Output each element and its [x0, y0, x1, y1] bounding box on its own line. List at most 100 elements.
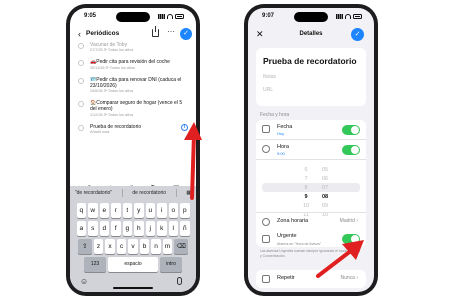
- reminder-subtitle: 1/12/26 ⟳ Todos los años: [90, 112, 134, 117]
- wifi-icon: [345, 14, 351, 19]
- zona-label: Zona horaria: [277, 218, 309, 224]
- key-g[interactable]: g: [122, 221, 132, 236]
- key-j[interactable]: j: [145, 221, 155, 236]
- reminder-subtitle: Añadir nota: [90, 130, 110, 135]
- key-row-3: ⇧ z x c v b n m ⌫: [70, 239, 196, 254]
- key-x[interactable]: x: [105, 239, 115, 254]
- reminder-subtitle: 24/6/26 ⟳ Todos los años: [90, 89, 134, 94]
- reminder-item[interactable]: 🚗Pedir cita para revisión del coche 20/11…: [78, 59, 190, 70]
- hora-toggle[interactable]: [342, 145, 360, 155]
- key-y[interactable]: y: [134, 203, 144, 218]
- reminder-item[interactable]: 🏠Comparar seguro de hogar (vence el 5 de…: [78, 100, 190, 118]
- key-k[interactable]: k: [157, 221, 167, 236]
- url-field[interactable]: URL: [263, 87, 359, 93]
- picker-value: 08: [321, 194, 329, 200]
- more-icon[interactable]: ···: [167, 27, 175, 36]
- return-key[interactable]: intro: [160, 257, 182, 272]
- key-d[interactable]: d: [99, 221, 109, 236]
- notes-field[interactable]: Notas: [263, 74, 359, 80]
- battery-icon: [175, 14, 184, 19]
- microphone-icon[interactable]: [177, 277, 182, 285]
- complete-circle-icon[interactable]: [78, 101, 84, 108]
- key-row-1: qwertyuiop: [70, 203, 196, 218]
- zona-value: Madrid ›: [339, 218, 358, 224]
- key-s[interactable]: s: [88, 221, 98, 236]
- key-h[interactable]: h: [134, 221, 144, 236]
- reminder-title-text: Prueba de recordatorio: [90, 123, 142, 130]
- key-u[interactable]: u: [145, 203, 155, 218]
- list-title: Periódicos: [86, 30, 120, 37]
- repetir-label: Repetir: [277, 275, 295, 281]
- key-v[interactable]: v: [128, 239, 138, 254]
- key-l[interactable]: l: [168, 221, 178, 236]
- reminder-title-field[interactable]: Prueba de recordatorio: [263, 56, 359, 66]
- dynamic-island: [116, 12, 150, 22]
- status-time: 9:07: [262, 13, 275, 19]
- complete-circle-icon[interactable]: [78, 124, 84, 131]
- space-key[interactable]: espacio: [108, 257, 158, 272]
- status-time: 9:05: [84, 13, 97, 19]
- fecha-label: Fecha: [277, 124, 293, 130]
- delete-key[interactable]: ⌫: [174, 239, 189, 254]
- share-icon[interactable]: [152, 26, 159, 37]
- fecha-value[interactable]: Hoy: [277, 131, 284, 136]
- details-nav-bar: ✕ Detalles ✓: [248, 28, 374, 44]
- back-chevron-icon[interactable]: ‹: [78, 29, 81, 39]
- suggestion-quoted[interactable]: "de recordatorio": [75, 190, 112, 196]
- picker-value: 09: [321, 203, 329, 209]
- zona-row[interactable]: Zona horaria Madrid ›: [256, 212, 366, 232]
- picker-value: 9: [304, 194, 308, 200]
- key-a[interactable]: a: [76, 221, 86, 236]
- reminder-title: 🪪Pedir cita para renovar DNI (caduca el …: [90, 77, 190, 90]
- shift-key[interactable]: ⇧: [77, 239, 92, 254]
- key-b[interactable]: b: [139, 239, 150, 254]
- reminder-item[interactable]: 🪪Pedir cita para renovar DNI (caduca el …: [78, 77, 190, 95]
- reminder-item[interactable]: Vacunar de Toby 27/7/25 ⟳ Todos los años: [78, 42, 190, 53]
- picker-value: 05: [321, 167, 329, 173]
- reminder-subtitle: 20/11/26 ⟳ Todos los años: [90, 65, 136, 70]
- numbers-key[interactable]: 123: [84, 257, 106, 272]
- done-button[interactable]: ✓: [351, 28, 364, 41]
- date-time-card: Fecha Hoy Hora 9:00 6 7 8 9 10 11 05 06 07 08 09 1…: [256, 120, 366, 247]
- home-indicator: [113, 287, 153, 289]
- key-e[interactable]: e: [99, 203, 109, 218]
- complete-circle-icon[interactable]: [78, 60, 84, 67]
- wifi-icon: [167, 14, 173, 19]
- key-f[interactable]: f: [111, 221, 121, 236]
- picker-value: 07: [321, 185, 329, 191]
- key-p[interactable]: p: [180, 203, 190, 218]
- reminder-item[interactable]: Prueba de recordatorio Añadir nota i: [78, 123, 190, 135]
- picker-value: 8: [304, 185, 308, 191]
- complete-circle-icon[interactable]: [78, 77, 84, 84]
- reminder-title: 🏠Comparar seguro de hogar (vence el 5 de…: [90, 100, 190, 113]
- done-button[interactable]: ✓: [180, 28, 192, 40]
- time-picker[interactable]: 6 7 8 9 10 11 05 06 07 08 09 10: [256, 164, 366, 218]
- key-c[interactable]: c: [116, 239, 127, 254]
- key-t[interactable]: t: [122, 203, 132, 218]
- picker-value: 06: [321, 176, 329, 182]
- emoji-icon[interactable]: ☺: [80, 277, 88, 286]
- complete-circle-icon[interactable]: [78, 43, 84, 49]
- reminder-subtitle: 27/7/25 ⟳ Todos los años: [90, 48, 134, 53]
- key-i[interactable]: i: [157, 203, 167, 218]
- title-card: Prueba de recordatorio Notas URL: [256, 48, 366, 106]
- suggestion-plain[interactable]: de recordatorio: [132, 190, 166, 196]
- repeat-icon: [262, 275, 270, 283]
- key-q[interactable]: q: [76, 203, 86, 218]
- picker-value: 6: [304, 167, 308, 173]
- calendar-icon: [262, 125, 270, 133]
- keyboard: "de recordatorio" de recordatorio ▦ qwer…: [70, 186, 196, 292]
- key-ñ[interactable]: ñ: [180, 221, 190, 236]
- cellular-icon: [336, 14, 343, 19]
- key-z[interactable]: z: [93, 239, 104, 254]
- dynamic-island: [294, 12, 328, 22]
- hora-value[interactable]: 9:00: [277, 151, 285, 156]
- list-nav-bar: ‹ Periódicos ··· ✓: [70, 26, 196, 42]
- fecha-toggle[interactable]: [342, 125, 360, 135]
- reminder-title-text: Comparar seguro de hogar (vence el 5 del…: [90, 100, 183, 113]
- key-r[interactable]: r: [111, 203, 121, 218]
- key-w[interactable]: w: [88, 203, 98, 218]
- key-o[interactable]: o: [168, 203, 178, 218]
- key-m[interactable]: m: [162, 239, 173, 254]
- key-n[interactable]: n: [151, 239, 161, 254]
